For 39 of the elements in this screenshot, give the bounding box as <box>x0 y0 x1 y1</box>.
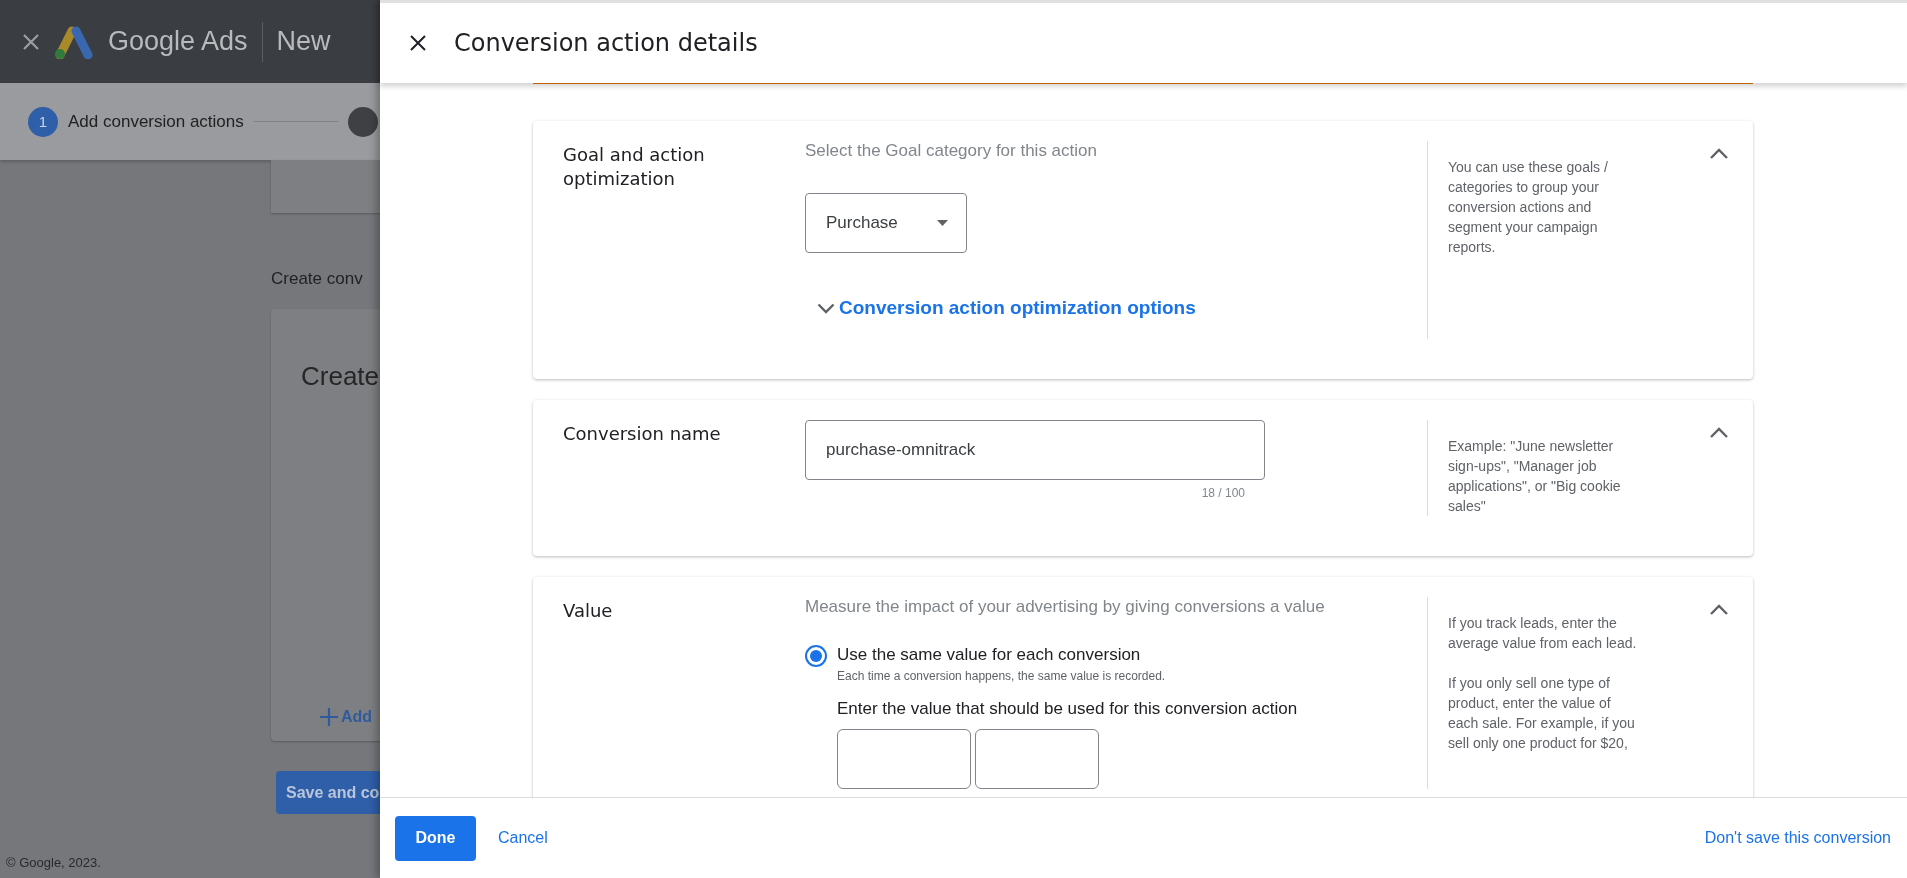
section-title: Create conv <box>271 269 364 289</box>
radio-label: Use the same value for each conversion <box>837 645 1142 665</box>
conversion-name-field[interactable]: purchase-omnitrack <box>805 420 1265 480</box>
value-field[interactable] <box>975 729 1099 789</box>
step-number: 1 <box>28 106 58 137</box>
section-description: Measure the impact of your advertising by giving conversions a value <box>805 597 1325 617</box>
discard-link[interactable]: Don't save this conversion <box>1704 829 1891 847</box>
value-prompt: Enter the value that should be used for this conversion action <box>837 699 1298 719</box>
logo-icon <box>54 24 94 59</box>
plus-icon <box>319 707 339 727</box>
character-counter: 18 / 100 <box>1200 486 1245 500</box>
save-button[interactable]: Save and co <box>276 771 380 814</box>
product-name: Google Ads <box>108 26 248 57</box>
close-icon[interactable] <box>410 35 426 51</box>
dropdown-arrow-icon <box>937 220 948 226</box>
section-label: Value <box>563 599 614 623</box>
section-label: Conversion name <box>563 422 722 446</box>
help-text: You can use these goals / categories to group your conversion actions and segment your campaign reports. <box>1448 158 1609 257</box>
chevron-up-icon[interactable] <box>1709 426 1729 438</box>
chevron-up-icon[interactable] <box>1709 147 1729 159</box>
section-description: Select the Goal category for this action <box>805 141 1097 161</box>
chevron-down-icon <box>817 302 835 314</box>
cancel-link[interactable]: Cancel <box>498 829 548 847</box>
section-name: New <box>276 26 331 57</box>
goal-category-select[interactable]: Purchase <box>805 193 967 253</box>
copyright-text: © Google, 2023. <box>6 855 101 870</box>
chevron-up-icon[interactable] <box>1709 603 1729 615</box>
panel-title: Conversion action details <box>454 29 758 57</box>
section-label: Goal and action optimization <box>563 143 706 191</box>
step-label: Add conversion actions <box>68 111 244 132</box>
help-text: If you track leads, enter the average value from each lead. <box>1448 614 1638 653</box>
done-button[interactable]: Done <box>395 815 476 861</box>
card-title: Create <box>301 361 380 392</box>
radio-sublabel: Each time a conversion happens, the same value is recorded. <box>837 669 1166 683</box>
currency-field[interactable] <box>837 729 971 789</box>
help-text: If you only sell one type of product, enter the value of each sale. For example, if you sell only one product for $20, <box>1448 674 1636 753</box>
radio-button[interactable] <box>805 645 827 667</box>
help-text: Example: "June newsletter sign-ups", "Manager job applications", or "Big cookie sales" <box>1448 437 1622 516</box>
optimization-options-link[interactable]: Conversion action optimization options <box>817 297 1196 319</box>
